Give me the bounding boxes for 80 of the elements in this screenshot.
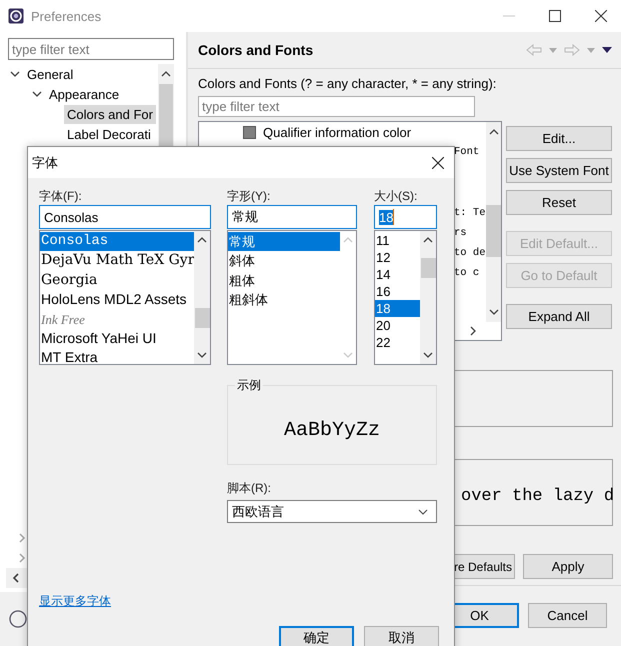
scroll-up-icon[interactable] — [197, 236, 207, 244]
font-option[interactable]: Georgia — [40, 270, 194, 290]
view-menu-icon[interactable] — [602, 47, 612, 53]
app-icon — [8, 8, 24, 24]
dialog-button[interactable]: 取消 — [364, 626, 439, 646]
help-icon[interactable] — [9, 610, 27, 628]
tree-item-text: to de — [454, 246, 486, 261]
sample-text: AaBbYyZz — [284, 418, 380, 442]
font-label: 字体(F): — [39, 188, 83, 204]
page-title: Colors and Fonts — [198, 42, 314, 58]
size-option[interactable]: 22 — [375, 334, 420, 351]
size-option[interactable]: 16 — [375, 283, 420, 300]
script-label: 脚本(R): — [227, 480, 272, 496]
preview-text: over the lazy d — [461, 487, 614, 506]
apply-button[interactable]: Apply — [523, 554, 613, 579]
size-field[interactable]: 18 — [374, 205, 437, 229]
font-field[interactable]: Consolas — [39, 205, 211, 229]
tree-item[interactable]: Label Decorati — [64, 124, 154, 144]
size-option[interactable]: 11 — [375, 232, 420, 249]
scrollbar-thumb[interactable] — [486, 205, 501, 257]
scroll-down-icon[interactable] — [488, 308, 498, 316]
tree-item[interactable]: Colors and For — [64, 104, 156, 124]
size-list[interactable]: 11 12 14 16 18 20 22 — [374, 230, 437, 365]
tree-item[interactable]: Qualifier information color — [263, 124, 412, 140]
style-field[interactable]: 常规 — [227, 205, 357, 229]
style-option[interactable]: 粗体 — [228, 270, 340, 290]
size-label: 大小(S): — [374, 188, 418, 204]
tree-item-text: rs — [454, 226, 467, 241]
style-option[interactable]: 斜体 — [228, 251, 340, 271]
scroll-up-icon[interactable] — [488, 128, 498, 136]
font-option[interactable]: HoloLens MDL2 Assets — [40, 290, 194, 310]
style-list[interactable]: 常规 斜体 粗体 粗斜体 — [227, 230, 357, 365]
font-list[interactable]: Consolas DejaVu Math TeX Gyr Georgia HoloLens MDL2 Assets Ink Free Microsoft YaHei UI MT Extra — [39, 230, 211, 365]
scrollbar[interactable] — [194, 231, 210, 364]
scroll-down-icon[interactable] — [197, 351, 207, 359]
dialog-button[interactable]: Cancel — [528, 603, 607, 628]
action-button[interactable]: Use System Font — [506, 158, 612, 183]
style-option[interactable]: 常规 — [228, 232, 340, 252]
scroll-up-icon[interactable] — [423, 236, 433, 244]
tree-item-text: Font — [454, 145, 480, 160]
scroll-left-icon[interactable] — [12, 573, 20, 583]
tree-item-text: t: Te — [454, 206, 486, 221]
chevron-icon[interactable] — [10, 69, 20, 79]
size-option[interactable]: 18 — [375, 300, 420, 317]
scroll-down-icon[interactable] — [423, 351, 433, 359]
dialog-button[interactable]: 确定 — [279, 626, 354, 646]
font-option[interactable]: Ink Free — [40, 310, 194, 329]
font-option[interactable]: DejaVu Math TeX Gyr — [40, 251, 194, 271]
close-icon[interactable] — [432, 156, 444, 168]
scrollbar[interactable] — [420, 231, 436, 364]
font-option[interactable]: Consolas — [40, 232, 194, 252]
size-option[interactable]: 14 — [375, 266, 420, 283]
action-button[interactable]: Expand All — [506, 304, 612, 329]
scroll-right-icon[interactable] — [469, 326, 477, 336]
style-option[interactable]: 粗斜体 — [228, 290, 340, 310]
action-button[interactable]: Edit... — [506, 126, 612, 151]
scrollbar-thumb[interactable] — [194, 308, 210, 328]
size-option[interactable]: 20 — [375, 317, 420, 334]
scrollbar-thumb[interactable] — [420, 258, 436, 278]
tree-item[interactable]: Appearance — [49, 86, 120, 102]
script-dropdown[interactable]: 西欧语言 — [227, 500, 437, 523]
color-swatch-icon — [243, 126, 256, 138]
sample-label: 示例 — [235, 377, 263, 394]
dialog-title: 字体 — [32, 154, 58, 172]
size-option[interactable]: 12 — [375, 249, 420, 266]
maximize-icon[interactable] — [549, 10, 561, 22]
tree-item[interactable]: General — [27, 66, 74, 82]
filter-field[interactable]: type filter text — [198, 96, 475, 117]
scroll-up-icon[interactable] — [161, 70, 171, 78]
font-option[interactable]: MT Extra — [40, 348, 194, 364]
font-option[interactable]: Microsoft YaHei UI — [40, 328, 194, 348]
more-fonts-link[interactable]: 显示更多字体 — [39, 594, 111, 608]
chevron-icon[interactable] — [32, 89, 42, 99]
window-title: Preferences — [31, 8, 102, 24]
close-icon[interactable] — [595, 10, 607, 22]
filter-field[interactable]: type filter text — [8, 38, 174, 60]
filter-label: Colors and Fonts (? = any character, * = any string): — [198, 76, 498, 92]
tree-item-text: to c — [454, 266, 480, 281]
action-button[interactable]: Reset — [506, 190, 612, 215]
style-label: 字形(Y): — [227, 188, 272, 204]
